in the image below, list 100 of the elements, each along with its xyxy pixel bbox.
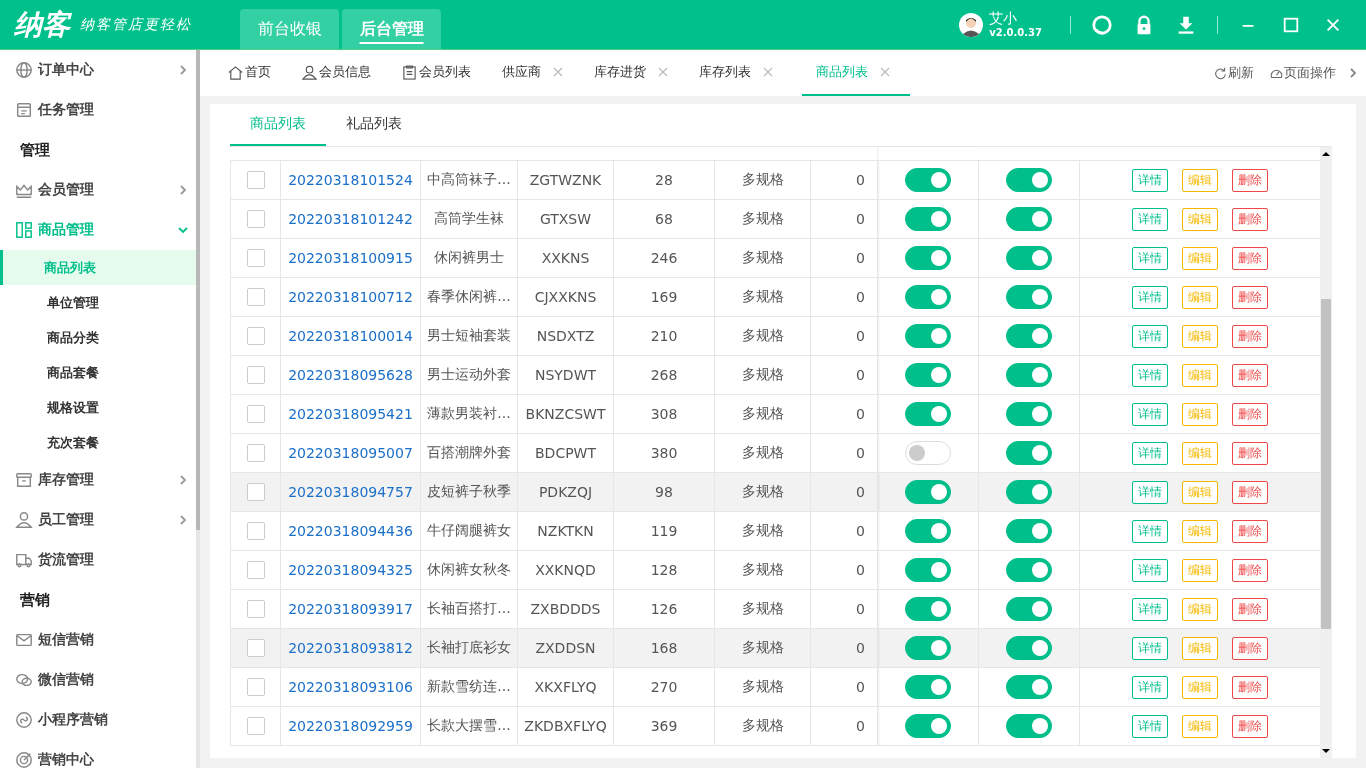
page-tab[interactable]: 商品列表 <box>802 50 910 96</box>
row-checkbox[interactable] <box>246 600 265 618</box>
close-tab-icon[interactable] <box>658 67 668 77</box>
submenu-item[interactable]: 规格设置 <box>0 390 196 425</box>
mode-tab[interactable]: 后台管理 <box>342 9 441 49</box>
row-checkbox[interactable] <box>246 366 265 384</box>
row-checkbox[interactable] <box>246 171 265 189</box>
product-number-link[interactable]: 20220318092959 <box>288 718 413 734</box>
row-checkbox[interactable] <box>246 444 265 462</box>
row-checkbox[interactable] <box>246 717 265 735</box>
page-tab[interactable]: 供应商 <box>500 50 578 96</box>
details-button[interactable]: 详情 <box>1132 285 1168 309</box>
product-number-link[interactable]: 20220318100712 <box>288 289 413 305</box>
scroll-up-icon[interactable] <box>1321 149 1331 159</box>
menu-item[interactable]: 订单中心 <box>0 50 196 90</box>
menu-item[interactable]: 微信营销 <box>0 660 196 700</box>
toggle-switch[interactable] <box>1006 636 1052 660</box>
details-button[interactable]: 详情 <box>1132 636 1168 660</box>
row-checkbox[interactable] <box>246 210 265 228</box>
toggle-switch[interactable] <box>905 558 951 582</box>
toggle-switch[interactable] <box>905 168 951 192</box>
details-button[interactable]: 详情 <box>1132 558 1168 582</box>
toggle-switch[interactable] <box>1006 168 1052 192</box>
maximize-icon[interactable] <box>1282 15 1300 34</box>
list-tab[interactable]: 商品列表 <box>230 104 326 146</box>
row-checkbox[interactable] <box>246 678 265 696</box>
page-tab[interactable]: 会员列表 <box>400 50 486 96</box>
menu-item[interactable]: 商品管理 <box>0 210 196 250</box>
delete-button[interactable]: 删除 <box>1232 597 1268 621</box>
delete-button[interactable]: 删除 <box>1232 636 1268 660</box>
menu-item[interactable]: 员工管理 <box>0 500 196 540</box>
details-button[interactable]: 详情 <box>1132 441 1168 465</box>
row-checkbox[interactable] <box>246 327 265 345</box>
details-button[interactable]: 详情 <box>1132 519 1168 543</box>
menu-item[interactable]: 库存管理 <box>0 460 196 500</box>
submenu-item[interactable]: 商品套餐 <box>0 355 196 390</box>
toggle-switch[interactable] <box>905 714 951 738</box>
menu-item[interactable]: 货流管理 <box>0 540 196 580</box>
toggle-switch[interactable] <box>905 285 951 309</box>
toggle-switch[interactable] <box>1006 246 1052 270</box>
submenu-item[interactable]: 商品列表 <box>0 250 196 285</box>
delete-button[interactable]: 删除 <box>1232 285 1268 309</box>
refresh-button[interactable]: 刷新 <box>1206 50 1262 96</box>
page-tab[interactable]: 库存列表 <box>697 50 788 96</box>
menu-item[interactable]: 会员管理 <box>0 170 196 210</box>
details-button[interactable]: 详情 <box>1132 246 1168 270</box>
delete-button[interactable]: 删除 <box>1232 480 1268 504</box>
toggle-switch[interactable] <box>1006 714 1052 738</box>
row-checkbox[interactable] <box>246 405 265 423</box>
row-checkbox[interactable] <box>246 249 265 267</box>
product-number-link[interactable]: 20220318093917 <box>288 601 413 617</box>
details-button[interactable]: 详情 <box>1132 207 1168 231</box>
menu-item[interactable]: 营销中心 <box>0 740 196 768</box>
toggle-switch[interactable] <box>1006 402 1052 426</box>
delete-button[interactable]: 删除 <box>1232 675 1268 699</box>
product-number-link[interactable]: 20220318101242 <box>288 211 413 227</box>
menu-item[interactable]: 小程序营销 <box>0 700 196 740</box>
page-tab[interactable]: 首页 <box>226 50 286 96</box>
toggle-switch[interactable] <box>905 246 951 270</box>
details-button[interactable]: 详情 <box>1132 168 1168 192</box>
delete-button[interactable]: 删除 <box>1232 714 1268 738</box>
details-button[interactable]: 详情 <box>1132 480 1168 504</box>
delete-button[interactable]: 删除 <box>1232 402 1268 426</box>
delete-button[interactable]: 删除 <box>1232 363 1268 387</box>
toggle-switch[interactable] <box>905 636 951 660</box>
scrollbar[interactable] <box>1320 147 1332 758</box>
delete-button[interactable]: 删除 <box>1232 246 1268 270</box>
details-button[interactable]: 详情 <box>1132 402 1168 426</box>
delete-button[interactable]: 删除 <box>1232 558 1268 582</box>
details-button[interactable]: 详情 <box>1132 675 1168 699</box>
delete-button[interactable]: 删除 <box>1232 207 1268 231</box>
toggle-switch[interactable] <box>905 480 951 504</box>
product-number-link[interactable]: 20220318095628 <box>288 367 413 383</box>
menu-item[interactable]: 短信营销 <box>0 620 196 660</box>
toggle-switch[interactable] <box>905 207 951 231</box>
toggle-switch[interactable] <box>905 597 951 621</box>
row-checkbox[interactable] <box>246 483 265 501</box>
product-number-link[interactable]: 20220318095421 <box>288 406 413 422</box>
submenu-item[interactable]: 充次套餐 <box>0 425 196 460</box>
toggle-switch[interactable] <box>1006 597 1052 621</box>
toggle-switch[interactable] <box>1006 480 1052 504</box>
delete-button[interactable]: 删除 <box>1232 324 1268 348</box>
product-number-link[interactable]: 20220318094436 <box>288 523 413 539</box>
close-tab-icon[interactable] <box>553 67 563 77</box>
details-button[interactable]: 详情 <box>1132 597 1168 621</box>
details-button[interactable]: 详情 <box>1132 324 1168 348</box>
product-number-link[interactable]: 20220318101524 <box>288 172 413 188</box>
toggle-switch[interactable] <box>905 675 951 699</box>
toggle-switch[interactable] <box>905 363 951 387</box>
delete-button[interactable]: 删除 <box>1232 168 1268 192</box>
page-tab[interactable]: 库存进货 <box>592 50 683 96</box>
delete-button[interactable]: 删除 <box>1232 441 1268 465</box>
chevron-right-icon[interactable] <box>1348 68 1358 78</box>
close-tab-icon[interactable] <box>880 67 890 77</box>
product-number-link[interactable]: 20220318100915 <box>288 250 413 266</box>
product-number-link[interactable]: 20220318095007 <box>288 445 413 461</box>
details-button[interactable]: 详情 <box>1132 363 1168 387</box>
page-actions-button[interactable]: 页面操作 <box>1262 50 1344 96</box>
toggle-switch[interactable] <box>905 519 951 543</box>
menu-item[interactable]: 任务管理 <box>0 90 196 130</box>
